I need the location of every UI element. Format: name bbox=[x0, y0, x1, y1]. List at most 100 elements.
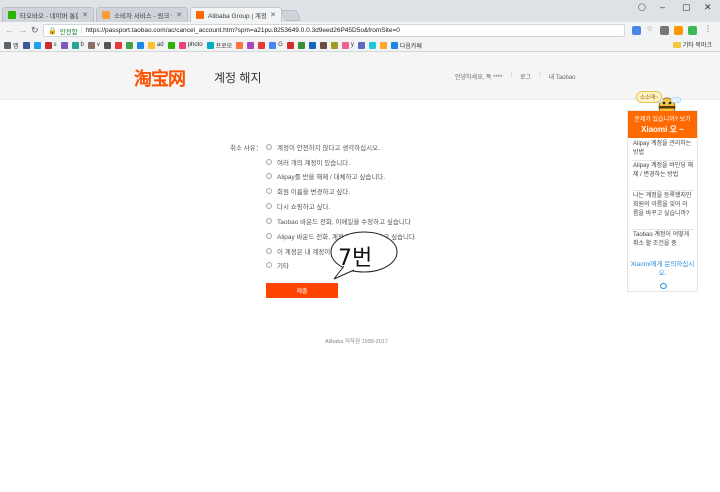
menu-icon[interactable]: ⋮ bbox=[704, 24, 713, 33]
bookmark-item[interactable]: 프로모 bbox=[206, 41, 232, 50]
contact-xiaomi-link[interactable]: Xiaomi에게 문의하십시오. bbox=[628, 260, 697, 278]
radio-button[interactable] bbox=[266, 233, 272, 239]
tab-consumer-service[interactable]: 소비자 서비스 - 링크 어 ✕ bbox=[96, 7, 188, 22]
bookmark-item[interactable] bbox=[60, 41, 68, 49]
radio-button[interactable] bbox=[266, 144, 272, 150]
site-icon bbox=[114, 41, 122, 49]
help-panel-header[interactable]: 문제가 있습니까? 보기 Xiaomi 오 ~ bbox=[628, 111, 697, 138]
tab-naver[interactable]: 타오바오 - 네이버 통합 ✕ bbox=[2, 7, 94, 22]
radio-button[interactable] bbox=[266, 159, 272, 165]
bookmark-item[interactable]: y bbox=[341, 41, 354, 49]
bookmark-label: v bbox=[96, 42, 100, 48]
extension-icon[interactable] bbox=[660, 26, 669, 35]
reason-option-9[interactable]: 기타 bbox=[266, 260, 289, 270]
reason-option-1[interactable]: 계정이 안전하지 않다고 생각하십시오. bbox=[266, 142, 380, 152]
reason-option-4[interactable]: 회원 이름을 변경하고 싶다. bbox=[266, 186, 350, 196]
reason-option-5[interactable]: 다시 쇼핑하고 싶다. bbox=[266, 201, 330, 211]
bookmark-item[interactable] bbox=[167, 41, 175, 49]
radio-button[interactable] bbox=[266, 262, 272, 268]
close-icon[interactable]: ✕ bbox=[176, 11, 182, 19]
back-icon[interactable]: ← bbox=[5, 25, 14, 35]
close-window-button[interactable]: ✕ bbox=[704, 2, 712, 13]
help-question: 문제가 있습니까? 보기 bbox=[634, 117, 691, 123]
twitter-icon bbox=[33, 41, 41, 49]
header-links: 안녕하세요, 폭 **** | 로그 | 내 Taobao bbox=[455, 72, 576, 81]
radio-button[interactable] bbox=[266, 203, 272, 209]
bookmark-item[interactable] bbox=[236, 41, 244, 49]
close-icon[interactable]: ✕ bbox=[270, 11, 276, 19]
bookmark-item[interactable] bbox=[103, 41, 111, 49]
bookmark-item[interactable] bbox=[330, 41, 338, 49]
user-icon[interactable]: ◯ bbox=[638, 3, 646, 11]
bookmark-item[interactable]: G bbox=[269, 41, 283, 49]
bookmark-daum-cafe[interactable]: 다음카페 bbox=[390, 41, 422, 50]
maximize-button[interactable]: ▢ bbox=[682, 2, 691, 13]
radio-button[interactable] bbox=[266, 173, 272, 179]
other-bookmarks-label: 기타 북마크 bbox=[682, 43, 712, 49]
radio-button[interactable] bbox=[266, 248, 272, 254]
bookmark-label: 앱 bbox=[13, 43, 19, 50]
extension-icon[interactable] bbox=[674, 26, 683, 35]
help-item[interactable]: 나는 계정을 등록했지만 회원의 이름을 잊어 이름을 바꾸고 싶습니까? bbox=[633, 192, 693, 219]
other-bookmarks[interactable]: 기타 북마크 bbox=[672, 40, 712, 49]
bookmark-label: y bbox=[350, 42, 354, 48]
reason-option-2[interactable]: 여러 개의 계정이 있습니다. bbox=[266, 157, 350, 167]
site-icon bbox=[136, 41, 144, 49]
bookmark-item[interactable] bbox=[114, 41, 122, 49]
bookmark-item[interactable] bbox=[247, 41, 255, 49]
help-item[interactable]: Taobao 계정이 어떻게 취소 할 조건을 충 bbox=[633, 231, 693, 249]
radio-button[interactable] bbox=[266, 188, 272, 194]
bookmark-item[interactable] bbox=[368, 41, 376, 49]
annotation-text: 7번 bbox=[338, 246, 373, 271]
bookmark-item[interactable] bbox=[22, 41, 30, 49]
divider bbox=[631, 190, 694, 191]
bookmark-item[interactable] bbox=[308, 41, 316, 49]
site-icon bbox=[44, 41, 52, 49]
my-taobao-link[interactable]: 내 Taobao bbox=[549, 72, 576, 81]
site-icon bbox=[71, 41, 79, 49]
address-bar[interactable]: 🔒 안전함 | https://passport.taobao.com/ac/c… bbox=[43, 24, 625, 37]
bookmark-item[interactable]: b bbox=[71, 41, 84, 49]
bookmark-apps[interactable]: 앱 bbox=[4, 41, 19, 50]
bookmark-item[interactable] bbox=[286, 41, 294, 49]
extension-icon[interactable] bbox=[688, 26, 697, 35]
minimize-button[interactable]: ‒ bbox=[660, 2, 665, 12]
page-title: 계정 해지 bbox=[214, 71, 262, 85]
close-icon[interactable]: ✕ bbox=[82, 11, 88, 19]
site-icon bbox=[379, 41, 387, 49]
option-label: 여러 개의 계정이 있습니다. bbox=[277, 160, 351, 167]
help-item[interactable]: Alipay 계정을 바인딩 해제 / 변경하는 방법 bbox=[633, 162, 693, 180]
taobao-logo[interactable]: 淘宝网 bbox=[134, 65, 186, 91]
bookmark-item[interactable]: v bbox=[87, 41, 100, 49]
bookmark-item[interactable] bbox=[125, 41, 133, 49]
chat-icon[interactable] bbox=[660, 283, 667, 289]
security-label: 안전함 bbox=[59, 28, 78, 36]
bookmark-item[interactable] bbox=[33, 41, 41, 49]
bookmark-item[interactable]: s bbox=[44, 41, 57, 49]
greeting-text: 안녕하세요, 폭 **** bbox=[455, 75, 503, 81]
lock-icon: 🔒 bbox=[48, 27, 57, 35]
toolbar: ← → ↻ 🔒 안전함 | https://passport.taobao.co… bbox=[0, 22, 720, 39]
bookmark-item[interactable]: ad bbox=[147, 41, 164, 49]
site-icon bbox=[368, 41, 376, 49]
help-item[interactable]: Alipay 계정을 관리하는 방법 bbox=[633, 140, 693, 158]
bookmark-item[interactable] bbox=[297, 41, 305, 49]
bookmark-item[interactable] bbox=[319, 41, 327, 49]
bookmark-item[interactable] bbox=[357, 41, 365, 49]
translate-icon[interactable] bbox=[632, 26, 641, 35]
submit-button[interactable]: 제출 bbox=[266, 283, 338, 298]
reason-option-3[interactable]: Alipay를 반을 해제 / 대체하고 싶습니다. bbox=[266, 171, 385, 181]
bookmark-item[interactable] bbox=[136, 41, 144, 49]
bookmark-item[interactable] bbox=[258, 41, 266, 49]
star-icon[interactable]: ☆ bbox=[646, 24, 655, 33]
reason-option-6[interactable]: Taobao 바운드 전화, 이메일을 수정하고 싶습니다 bbox=[266, 216, 411, 226]
annotation-callout: 7번 bbox=[324, 230, 399, 280]
radio-button[interactable] bbox=[266, 218, 272, 224]
reload-icon[interactable]: ↻ bbox=[31, 25, 39, 36]
forward-icon[interactable]: → bbox=[18, 25, 27, 35]
bookmark-item[interactable] bbox=[379, 41, 387, 49]
site-icon bbox=[247, 41, 255, 49]
logout-link[interactable]: 로그 bbox=[520, 72, 531, 81]
bookmark-item[interactable]: photo bbox=[178, 41, 203, 49]
tab-alibaba[interactable]: Alibaba Group | 계정 관 ✕ bbox=[190, 7, 282, 22]
